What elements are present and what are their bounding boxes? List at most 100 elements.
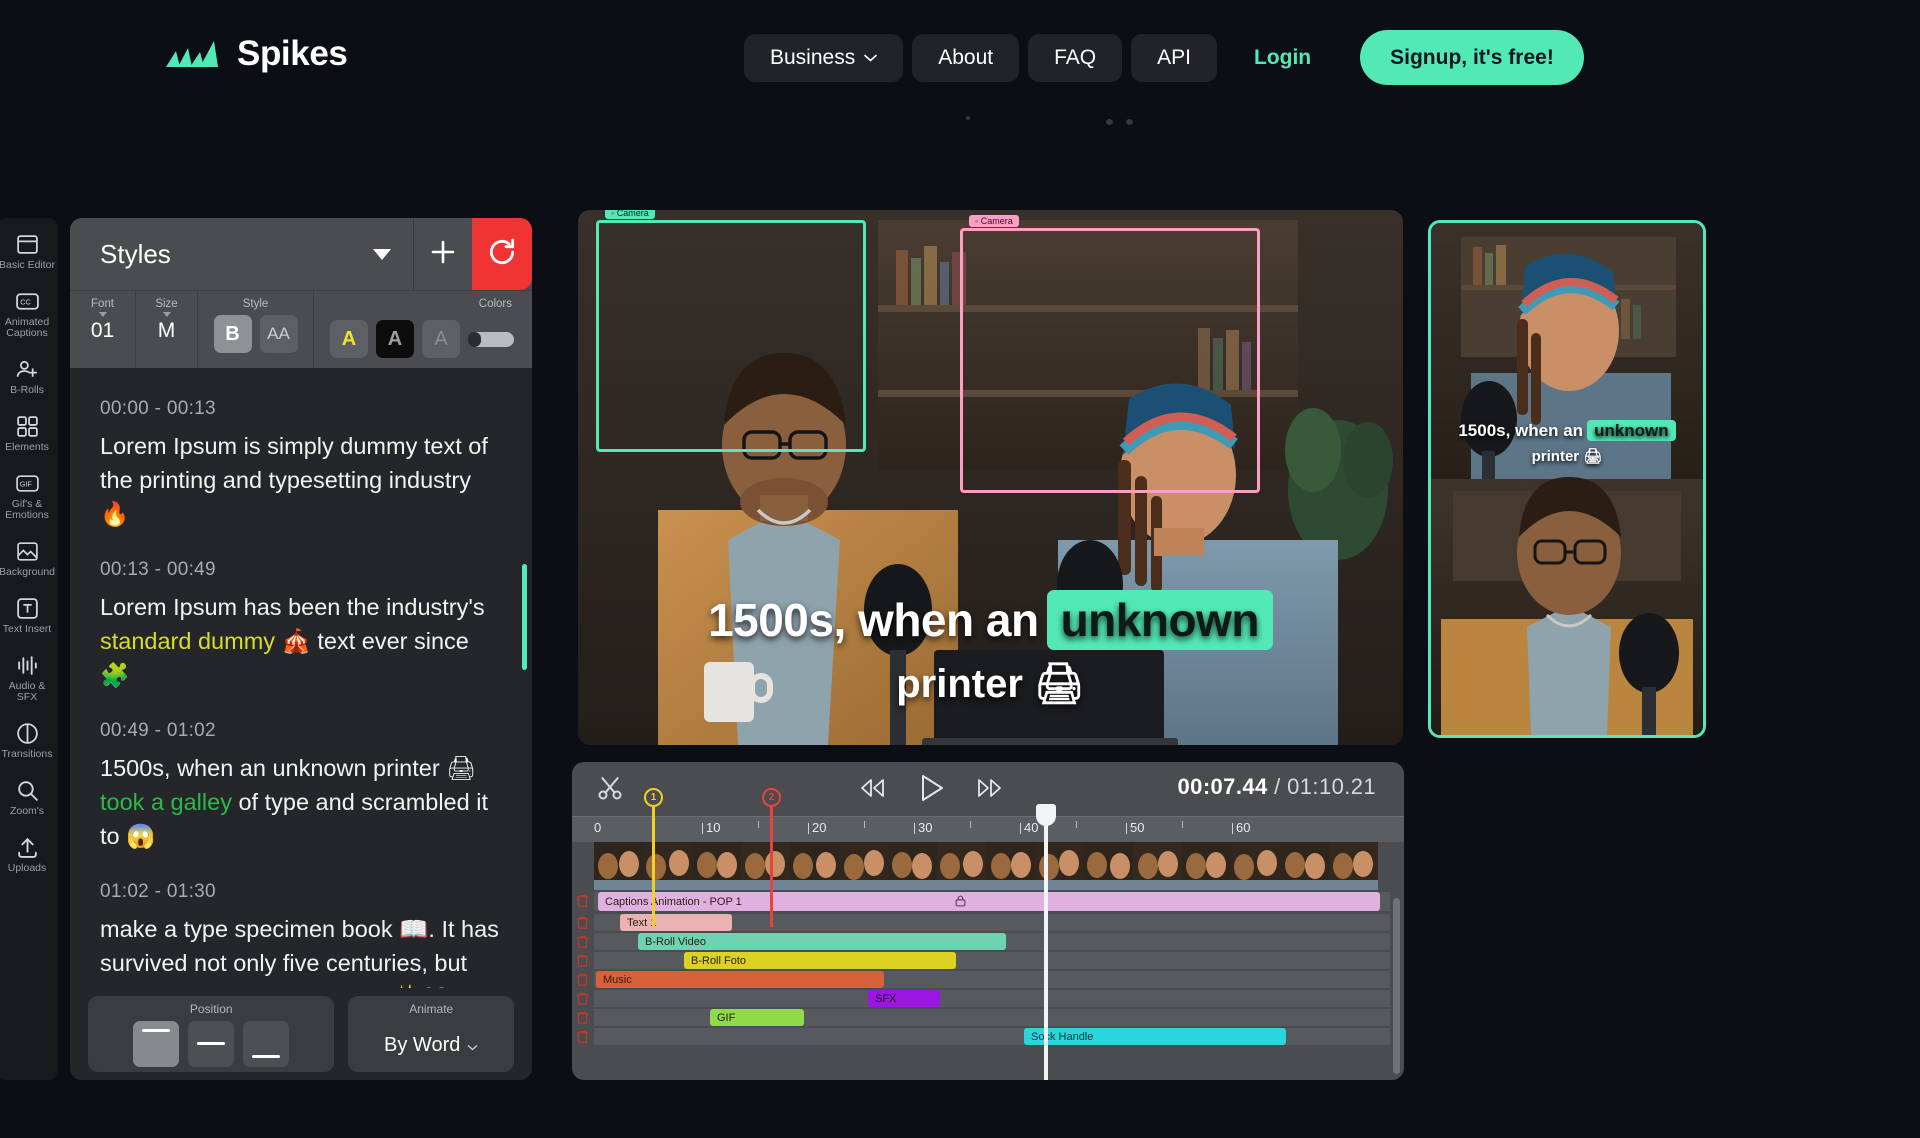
reset-style-button[interactable] xyxy=(472,218,532,290)
trash-icon[interactable] xyxy=(575,991,590,1006)
caption-list[interactable]: 00:00 - 00:13 Lorem Ipsum is simply dumm… xyxy=(70,368,532,988)
decorative-dot xyxy=(1106,119,1113,125)
clip-sock-handle[interactable]: Sock Handle xyxy=(1024,1028,1286,1045)
playhead[interactable] xyxy=(1036,804,1056,1080)
caption-text[interactable]: Lorem Ipsum is simply dummy text of the … xyxy=(100,429,502,531)
trash-icon[interactable] xyxy=(575,1029,590,1044)
sidebar-item-text-insert[interactable]: Text Insert xyxy=(0,590,57,640)
track-row[interactable]: Text 1 xyxy=(572,914,1404,933)
caption-list-scrollbar[interactable] xyxy=(522,564,527,670)
clip-captions-animation[interactable]: Captions Animation - POP 1 xyxy=(598,892,1380,911)
sidebar-item-audio-sfx[interactable]: Audio & SFX xyxy=(0,647,57,708)
caption-text[interactable]: make a type specimen book 📖. It has surv… xyxy=(100,912,502,988)
tool-rail: Basic Editor CC Animated Captions B-Roll… xyxy=(0,218,58,1080)
caption-item[interactable]: 00:13 - 00:49 Lorem Ipsum has been the i… xyxy=(70,549,532,710)
top-navigation-bar: Spikes Business About FAQ API Login Sign… xyxy=(0,0,1920,125)
reset-circle-icon xyxy=(486,236,518,273)
fast-forward-icon[interactable] xyxy=(974,777,1004,804)
track-row[interactable]: B-Roll Foto xyxy=(572,952,1404,971)
trash-icon[interactable] xyxy=(575,915,590,930)
sidebar-item-gifs-emotions[interactable]: GIF Gif's & Emotions xyxy=(0,465,57,526)
position-bottom-button[interactable] xyxy=(243,1021,290,1067)
plus-icon xyxy=(427,236,459,273)
opacity-slider[interactable] xyxy=(468,331,514,347)
background-color-button[interactable]: A xyxy=(376,320,414,358)
sidebar-item-zooms[interactable]: Zoom's xyxy=(0,772,57,822)
sidebar-item-label: Audio & SFX xyxy=(8,680,46,703)
rewind-icon[interactable] xyxy=(858,777,888,804)
caption-item[interactable]: 01:02 - 01:30 make a type specimen book … xyxy=(70,871,532,988)
trash-icon[interactable] xyxy=(575,1010,590,1025)
caption-text[interactable]: Lorem Ipsum has been the industry's stan… xyxy=(100,590,502,692)
trash-icon[interactable] xyxy=(575,893,590,908)
trash-icon[interactable] xyxy=(575,953,590,968)
clip-text-1[interactable]: Text 1 xyxy=(620,914,732,931)
font-control[interactable]: Font 01 xyxy=(70,291,136,368)
position-middle-button[interactable] xyxy=(188,1021,235,1067)
track-row[interactable]: Music xyxy=(572,971,1404,990)
clip-music[interactable]: Music xyxy=(596,971,884,988)
position-top-button[interactable] xyxy=(133,1021,180,1067)
clip-b-roll-foto[interactable]: B-Roll Foto xyxy=(684,952,956,969)
timeline-marker-2[interactable]: 2 xyxy=(762,788,781,927)
clip-b-roll-video[interactable]: B-Roll Video xyxy=(638,933,1006,950)
scissors-icon[interactable] xyxy=(596,773,624,808)
bold-button[interactable]: B xyxy=(213,315,252,353)
caption-item[interactable]: 00:49 - 01:02 1500s, when an unknown pri… xyxy=(70,710,532,871)
colors-caption: Colors xyxy=(478,298,512,310)
sidebar-item-transitions[interactable]: Transitions xyxy=(0,715,57,765)
ruler-tick: 50 xyxy=(1126,820,1144,835)
animate-caption: Animate xyxy=(409,1002,454,1016)
nav-item-faq[interactable]: FAQ xyxy=(1028,33,1123,82)
video-preview[interactable]: ◦ Camera ◦ Camera 1500s, when an unknown … xyxy=(578,210,1403,745)
trash-icon[interactable] xyxy=(575,934,590,949)
nav-item-about[interactable]: About xyxy=(912,33,1020,82)
brand-logo[interactable]: Spikes xyxy=(166,34,348,74)
timeline-tracks: Captions Animation - POP 1 Text 1 B-Roll… xyxy=(572,892,1404,1080)
preview-caption-line1: 1500s, when an xyxy=(708,594,1039,646)
nav-item-api[interactable]: API xyxy=(1131,33,1217,82)
sidebar-item-background[interactable]: Background xyxy=(0,533,57,583)
timeline-scrollbar[interactable] xyxy=(1393,898,1400,1074)
sidebar-item-uploads[interactable]: Uploads xyxy=(0,829,57,879)
caption-text[interactable]: 1500s, when an unknown printer 🖨 took a … xyxy=(100,751,502,853)
sidebar-item-basic-editor[interactable]: Basic Editor xyxy=(0,226,57,276)
caption-item[interactable]: 00:00 - 00:13 Lorem Ipsum is simply dumm… xyxy=(70,388,532,549)
clip-gif[interactable]: GIF xyxy=(710,1009,804,1026)
clip-sfx[interactable]: SFX xyxy=(868,990,940,1007)
timeline-ruler[interactable]: 0 10 20 30 40 50 60 xyxy=(572,816,1404,842)
timeline-marker-1[interactable]: 1 xyxy=(644,788,663,927)
track-row[interactable]: B-Roll Video xyxy=(572,933,1404,952)
add-style-button[interactable] xyxy=(414,218,472,290)
track-row[interactable]: GIF xyxy=(572,1009,1404,1028)
letter-case-button[interactable]: AA xyxy=(259,315,298,353)
signup-button[interactable]: Signup, it's free! xyxy=(1360,30,1584,85)
position-control: Position xyxy=(88,996,335,1072)
track-row[interactable]: SFX xyxy=(572,990,1404,1009)
styles-panel-header: Styles xyxy=(70,218,532,290)
sidebar-item-label: Text Insert xyxy=(2,623,52,635)
chevron-down-icon xyxy=(162,312,171,317)
clip-label: Captions Animation - POP 1 xyxy=(605,895,742,908)
sidebar-item-animated-captions[interactable]: CC Animated Captions xyxy=(0,283,57,344)
text-color-button[interactable]: A xyxy=(330,320,368,358)
filmstrip[interactable] xyxy=(594,842,1384,890)
lock-icon[interactable] xyxy=(954,894,967,911)
track-row[interactable]: Captions Animation - POP 1 xyxy=(572,892,1404,914)
sidebar-item-elements[interactable]: Elements xyxy=(0,408,57,458)
track-row[interactable]: Sock Handle xyxy=(572,1028,1404,1047)
nav-item-business[interactable]: Business xyxy=(744,33,904,82)
size-control[interactable]: Size M xyxy=(136,291,198,368)
styles-dropdown[interactable]: Styles xyxy=(70,218,414,290)
size-caption: Size xyxy=(155,298,178,310)
vertical-preview[interactable]: 1500s, when an unknown printer 🖨 xyxy=(1428,220,1706,738)
ruler-tick: 20 xyxy=(808,820,826,835)
outline-color-button[interactable]: A xyxy=(422,320,460,358)
animate-value: By Word xyxy=(384,1033,461,1056)
sidebar-item-b-rolls[interactable]: B-Rolls xyxy=(0,351,57,401)
play-icon[interactable] xyxy=(916,772,946,809)
login-link[interactable]: Login xyxy=(1226,34,1339,82)
preview-caption-line2: printer 🖨 xyxy=(896,662,1085,706)
animate-control[interactable]: Animate By Word xyxy=(348,996,514,1072)
trash-icon[interactable] xyxy=(575,972,590,987)
